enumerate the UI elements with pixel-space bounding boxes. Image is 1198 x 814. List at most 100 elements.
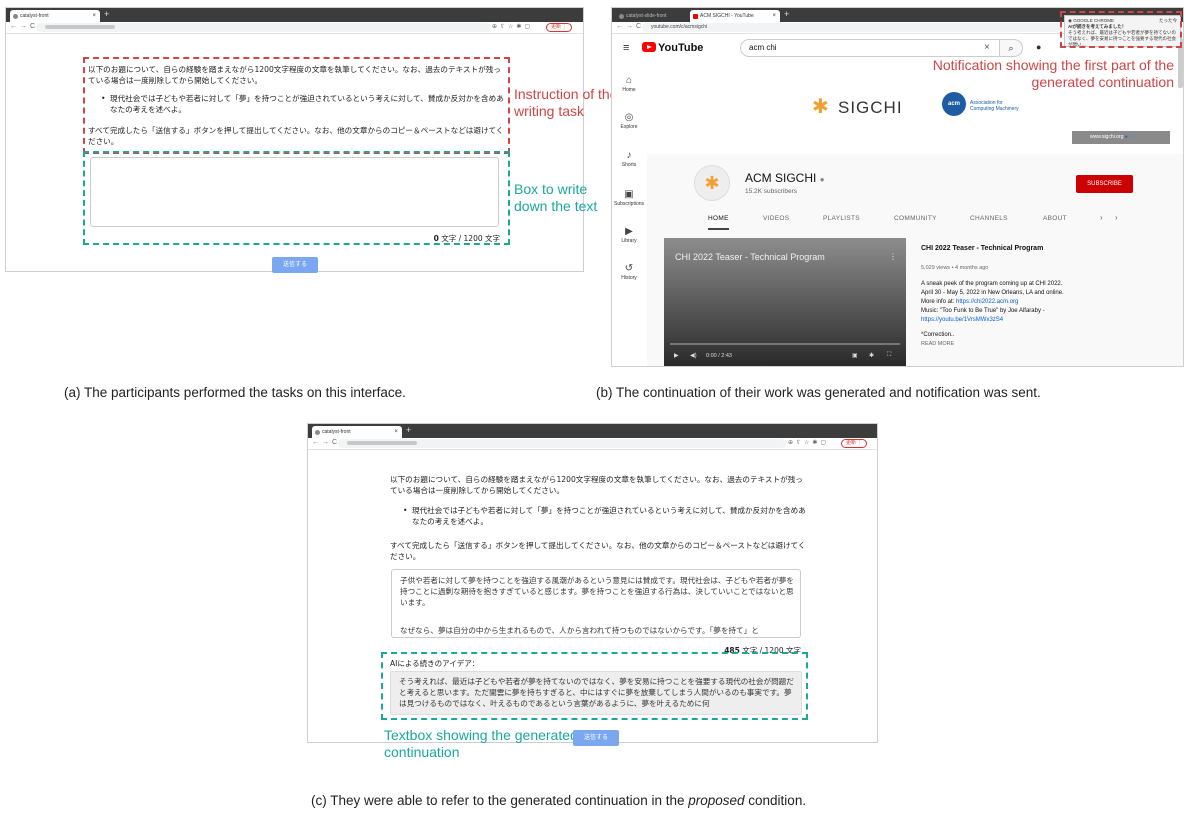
instruction-text-2: すべて完成したら「送信する」ボタンを押して提出してください。なお、他の文章からの…	[390, 541, 806, 561]
browser-tab[interactable]: catalyst-front ×	[10, 10, 100, 22]
sidebar-item-explore[interactable]: ◎ Explore	[612, 112, 649, 130]
nav-arrows-icon[interactable]: ←→C	[616, 23, 644, 30]
update-button[interactable]: 更新 ⋮	[841, 439, 868, 448]
home-icon: ⌂	[625, 75, 633, 86]
search-input[interactable]: acm chi	[740, 39, 1000, 57]
subscribe-button[interactable]: SUBSCRIBE	[1076, 175, 1133, 193]
youtube-logo[interactable]: YouTube	[642, 42, 703, 54]
tab-search-icon[interactable]: ›	[1100, 213, 1103, 222]
sigchi-logo-icon: ✱	[812, 96, 829, 118]
play-icon[interactable]: ▶	[674, 352, 679, 359]
address-bar: ←→C ⊕⇧☆✱▢ 更新 ⋮	[6, 22, 583, 34]
writing-textarea[interactable]: 子供や若者に対して夢を持つことを強迫する風潮があるという意見には賛成です。現代社…	[391, 569, 801, 638]
submit-button[interactable]: 送信する	[573, 730, 619, 746]
fullscreen-icon[interactable]: ⛶	[887, 352, 891, 359]
new-tab-icon[interactable]: +	[406, 425, 411, 435]
tab-about[interactable]: ABOUT	[1043, 215, 1067, 222]
submit-button[interactable]: 送信する	[272, 257, 318, 273]
youtube-play-icon	[642, 42, 656, 52]
more-options-icon[interactable]: ⋮	[889, 252, 897, 261]
chevron-right-icon[interactable]: ›	[1115, 213, 1118, 222]
sidebar-item-subscriptions[interactable]: ▣ Subscriptions	[612, 189, 649, 207]
annotation-instruction: Instruction of the writing task	[514, 86, 618, 119]
url-field[interactable]	[36, 23, 491, 32]
continuation-highlight-box	[381, 652, 808, 720]
url-field[interactable]: youtube.com/c/acmsigchi	[642, 23, 1062, 32]
acm-text-line-2: Computing Machinery	[970, 106, 1019, 112]
toolbar-icons[interactable]: ⊕⇧☆✱▢	[788, 439, 829, 446]
caption-c-suffix: condition.	[744, 793, 807, 808]
redacted-url	[347, 440, 417, 445]
sidebar-label: Explore	[620, 124, 638, 130]
captions-icon[interactable]: ▣	[852, 352, 858, 359]
youtube-favicon-icon	[693, 14, 698, 19]
desc-link[interactable]: https://chi2022.acm.org	[956, 299, 1018, 305]
history-icon: ↺	[624, 263, 634, 274]
tab-strip: catalyst-front × +	[308, 424, 877, 438]
nav-arrows-icon[interactable]: ←→C	[10, 23, 38, 30]
desc-line: A sneak peek of the program coming up at…	[921, 281, 1063, 287]
desc-line: *Correction..	[921, 332, 955, 338]
video-overlay-title: CHI 2022 Teaser - Technical Program	[675, 252, 825, 262]
settings-icon[interactable]: ✱	[869, 352, 874, 359]
video-time: 0:00 / 2:43	[706, 353, 732, 359]
acm-text: Association for Computing Machinery	[970, 100, 1019, 112]
microphone-icon[interactable]: ●	[1036, 42, 1041, 52]
sidebar-item-library[interactable]: ▶ Library	[612, 226, 649, 244]
facebook-icon[interactable]: ●	[1125, 134, 1128, 140]
new-tab-icon[interactable]: +	[104, 9, 109, 19]
search-button[interactable]: ⌕	[999, 39, 1023, 57]
youtube-logo-text: YouTube	[658, 42, 704, 54]
browser-tab[interactable]: catalyst-front ×	[312, 426, 402, 438]
library-icon: ▶	[625, 226, 633, 237]
update-button[interactable]: 更新 ⋮	[546, 23, 573, 32]
desc-line: Music: "Too Funk to Be True" by Joe Alfa…	[921, 308, 1045, 314]
sidebar-item-home[interactable]: ⌂ Home	[612, 75, 649, 93]
sidebar-item-shorts[interactable]: ♪ Shorts	[612, 150, 649, 168]
close-tab-icon[interactable]: ×	[394, 426, 398, 438]
close-tab-icon[interactable]: ×	[92, 10, 96, 22]
shorts-icon: ♪	[626, 150, 632, 161]
sidebar-label: Shorts	[621, 162, 637, 168]
volume-icon[interactable]: ◀)	[690, 352, 697, 359]
nav-arrows-icon[interactable]: ←→C	[312, 439, 340, 446]
desc-link[interactable]: https://youtu.be/1VrsMWx3zS4	[921, 316, 1171, 325]
sidebar-item-history[interactable]: ↺ History	[612, 263, 649, 281]
new-tab-icon[interactable]: +	[784, 9, 789, 19]
close-tab-icon[interactable]: ×	[772, 10, 776, 22]
clear-search-icon[interactable]: ×	[984, 42, 990, 53]
tab-videos[interactable]: VIDEOS	[763, 215, 789, 222]
tab-strip: catalyst-front × +	[6, 8, 583, 22]
typed-text-paragraph-1: 子供や若者に対して夢を持つことを強迫する風潮があるという意見には賛成です。現代社…	[400, 576, 794, 607]
subscriber-count: 15.2K subscribers	[745, 188, 798, 195]
caption-c: (c) They were able to refer to the gener…	[311, 793, 806, 808]
textbox-highlight-box	[83, 151, 510, 245]
browser-tab[interactable]: catalyst-slide-front	[616, 10, 688, 22]
twitter-icon[interactable]: ●	[1129, 134, 1132, 140]
sidebar-label: Subscriptions	[613, 201, 644, 207]
banner-link-text: www.sigchi.org	[1090, 134, 1124, 140]
url-field[interactable]	[338, 439, 786, 448]
annotation-box: Box to write down the text	[514, 181, 598, 214]
video-progress-bar[interactable]	[670, 343, 900, 345]
subscriptions-icon: ▣	[624, 189, 634, 200]
tab-title: ACM SIGCHI - YouTube	[700, 13, 754, 19]
typed-text-paragraph-2: なぜなら、夢は自分の中から生まれるもので、人から言われて持つものではないからです…	[400, 626, 759, 635]
tab-channels[interactable]: CHANNELS	[970, 215, 1008, 222]
desc-line: More info at: https://chi2022.acm.org	[921, 298, 1171, 307]
toolbar-icons[interactable]: ⊕⇧☆✱▢	[492, 23, 533, 30]
channel-avatar[interactable]: ✱	[694, 165, 730, 201]
tab-home[interactable]: HOME	[708, 215, 729, 230]
read-more-link[interactable]: READ MORE	[921, 340, 1171, 349]
writing-prompt: 現代社会では子どもや若者に対して「夢」を持つことが強迫されているという考えに対し…	[401, 505, 806, 527]
desc-line-prefix: More info at:	[921, 299, 957, 305]
video-info-title[interactable]: CHI 2022 Teaser - Technical Program	[921, 245, 1043, 252]
banner-links[interactable]: www.sigchi.org ● ●	[1072, 131, 1170, 144]
favicon-icon	[619, 14, 624, 19]
browser-tab-youtube[interactable]: ACM SIGCHI - YouTube ×	[690, 10, 780, 22]
tab-title: catalyst-front	[322, 429, 351, 435]
tab-playlists[interactable]: PLAYLISTS	[823, 215, 860, 222]
tab-community[interactable]: COMMUNITY	[894, 215, 937, 222]
menu-icon[interactable]: ≡	[623, 42, 629, 54]
sidebar-label: Home	[622, 87, 636, 93]
